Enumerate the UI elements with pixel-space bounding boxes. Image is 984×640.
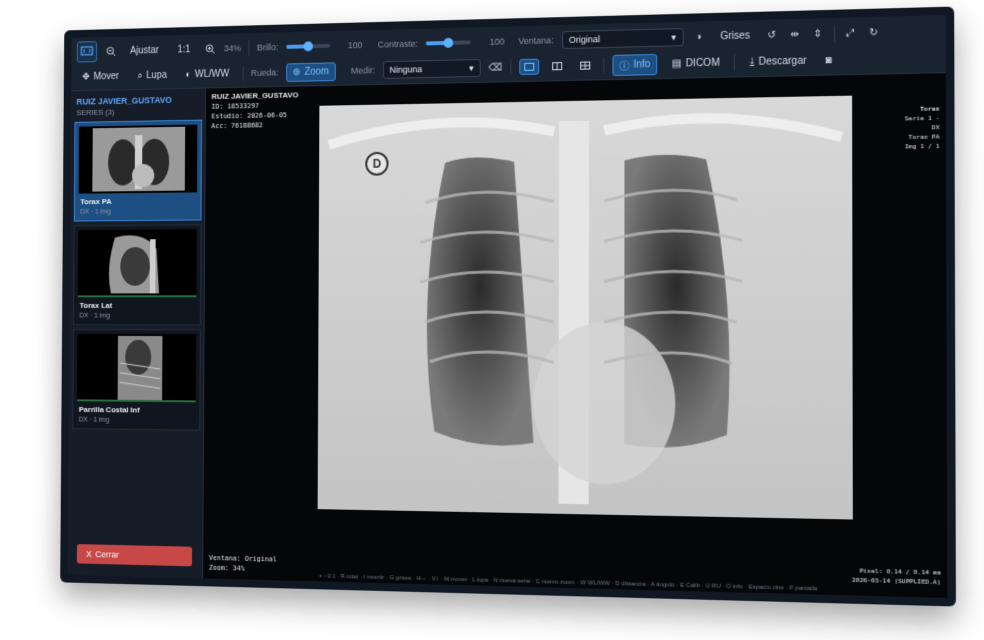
brightness-value: 100: [347, 40, 363, 51]
measure-label: Medir:: [350, 65, 376, 76]
layout-single-button[interactable]: [519, 58, 539, 76]
window-label: Ventana:: [518, 35, 554, 47]
contrast-value: 100: [489, 36, 505, 47]
shortcut-hint: + - 0 1 · R rotar · I invertir · G grise…: [318, 573, 818, 593]
series-meta: DX · 1 img: [78, 416, 110, 424]
contrast-label: Contraste:: [377, 38, 419, 50]
viewer-window: Ajustar 1:1 34% Brillo: 100 Contraste: 1…: [60, 6, 956, 607]
series-title: Torax Lat: [79, 301, 113, 310]
dicom-label: DICOM: [685, 56, 720, 69]
series-item-torax-pa[interactable]: Torax PA DX · 1 img: [73, 119, 203, 222]
magnifier-tool-button[interactable]: ⌕ Lupa: [132, 67, 173, 84]
chevron-down-icon: ▾: [671, 31, 677, 42]
app-logo: [76, 41, 98, 63]
one-to-one-button[interactable]: 1:1: [172, 41, 196, 58]
divider: [734, 54, 736, 71]
patient-name: RUIZ JAVIER_GUSTAVO: [76, 95, 172, 107]
overlay-image-index: Img 1 / 1: [904, 142, 940, 151]
wlww-label: WL/WW: [194, 68, 230, 80]
move-tool-button[interactable]: ✥ Mover: [77, 68, 125, 85]
brightness-slider-knob[interactable]: [302, 41, 313, 52]
contrast-icon: ◑: [695, 31, 702, 43]
eraser-icon[interactable]: ⌫: [488, 60, 502, 74]
contrast-slider-knob[interactable]: [443, 37, 454, 48]
magnifier-label: Lupa: [146, 69, 167, 81]
layout-single-icon: [524, 62, 534, 71]
window-select[interactable]: Original ▾: [561, 27, 684, 50]
overlay-modality: DX: [931, 124, 940, 132]
wlww-icon: ◐: [185, 69, 192, 80]
overlay-date: 2026-03-14 (SUPPLIED.A): [851, 576, 941, 587]
wheel-zoom-label: Zoom: [304, 65, 329, 78]
divider: [603, 57, 605, 74]
brightness-label: Brillo:: [256, 42, 279, 53]
info-label: Info: [633, 58, 651, 71]
grayscale-button[interactable]: Grises: [714, 27, 756, 45]
download-label: Descargar: [758, 55, 807, 68]
rotate-left-icon[interactable]: ↺: [765, 28, 780, 43]
series-title: Parrilla Costal Inf: [78, 405, 140, 415]
series-count: SERIES (3): [76, 107, 115, 118]
layout-grid-icon: [580, 61, 590, 69]
reset-icon[interactable]: ↻: [866, 25, 881, 40]
wheel-zoom-button[interactable]: ⊕ Zoom: [285, 61, 336, 82]
app-root: Ajustar 1:1 34% Brillo: 100 Contraste: 1…: [67, 15, 948, 598]
measure-select[interactable]: Ninguna ▾: [382, 58, 481, 79]
overlay-top-left: RUIZ JAVIER_GUSTAVO ID: 18533297 Estudio…: [211, 91, 298, 132]
divider: [510, 59, 512, 76]
wlww-tool-button[interactable]: ◐ WL/WW: [180, 65, 235, 83]
divider: [242, 65, 244, 81]
contrast-slider[interactable]: [425, 37, 472, 48]
move-icon: ✥: [82, 71, 90, 83]
divider: [248, 40, 250, 56]
overlay-bottom-right: Pixel: 0.14 / 0.14 mm 2026-03-14 (SUPPLI…: [852, 566, 941, 587]
overlay-top-right: Torax Serie 1 - DX Torax PA Img 1 / 1: [905, 104, 940, 151]
info-icon: ⓘ: [619, 61, 630, 73]
series-thumbnail: [77, 333, 197, 403]
fullscreen-icon[interactable]: ⤢: [843, 26, 858, 41]
close-button[interactable]: X Cerrar: [76, 544, 193, 567]
series-thumbnail: [77, 229, 197, 298]
layout-two-button[interactable]: [547, 58, 567, 74]
zoom-in-icon[interactable]: [203, 42, 216, 56]
wheel-label: Rueda:: [250, 67, 279, 78]
series-title: Torax PA: [80, 197, 112, 207]
divider: [833, 25, 835, 42]
series-meta: DX · 1 img: [79, 312, 110, 320]
fit-button[interactable]: Ajustar: [124, 42, 164, 59]
zoom-icon: ⊕: [292, 66, 301, 78]
layout-grid-button[interactable]: [575, 57, 595, 73]
zoom-out-icon[interactable]: [104, 44, 117, 58]
download-icon: ⤓: [749, 56, 755, 68]
xray-image[interactable]: D: [317, 95, 853, 520]
measure-select-value: Ninguna: [389, 64, 423, 75]
series-sidebar: RUIZ JAVIER_GUSTAVO SERIES (3) Torax PA: [67, 88, 206, 579]
info-toggle-button[interactable]: ⓘ Info: [612, 53, 658, 76]
move-label: Mover: [93, 70, 120, 82]
document-icon: ▤: [671, 57, 682, 70]
chevron-down-icon: ▾: [469, 62, 474, 73]
image-viewport[interactable]: D RUIZ JAVIER_GUSTAVO ID: 18533297 Estud…: [203, 73, 948, 598]
overlay-accession: Acc: 76188682: [211, 121, 263, 131]
close-label: Cerrar: [95, 549, 119, 560]
layout-two-icon: [552, 62, 562, 70]
download-button[interactable]: ⤓ Descargar: [744, 52, 813, 71]
flip-horizontal-icon[interactable]: ⇹: [788, 27, 803, 42]
magnifier-icon: ⌕: [137, 70, 143, 81]
dicom-button[interactable]: ▤ DICOM: [666, 54, 726, 73]
zoom-value: 34%: [223, 43, 241, 54]
close-icon: X: [86, 549, 92, 559]
series-thumbnail: [78, 124, 198, 194]
series-meta: DX · 1 img: [80, 208, 111, 216]
series-item-torax-lat[interactable]: Torax Lat DX · 1 img: [73, 224, 202, 326]
overlay-description: Torax PA: [908, 133, 940, 142]
flip-vertical-icon[interactable]: ⇕: [810, 26, 825, 41]
series-item-parrilla-costal[interactable]: Parrilla Costal Inf DX · 1 img: [72, 329, 201, 431]
window-select-value: Original: [568, 34, 601, 45]
brightness-slider[interactable]: [285, 41, 330, 52]
camera-icon[interactable]: ◙: [821, 53, 836, 68]
